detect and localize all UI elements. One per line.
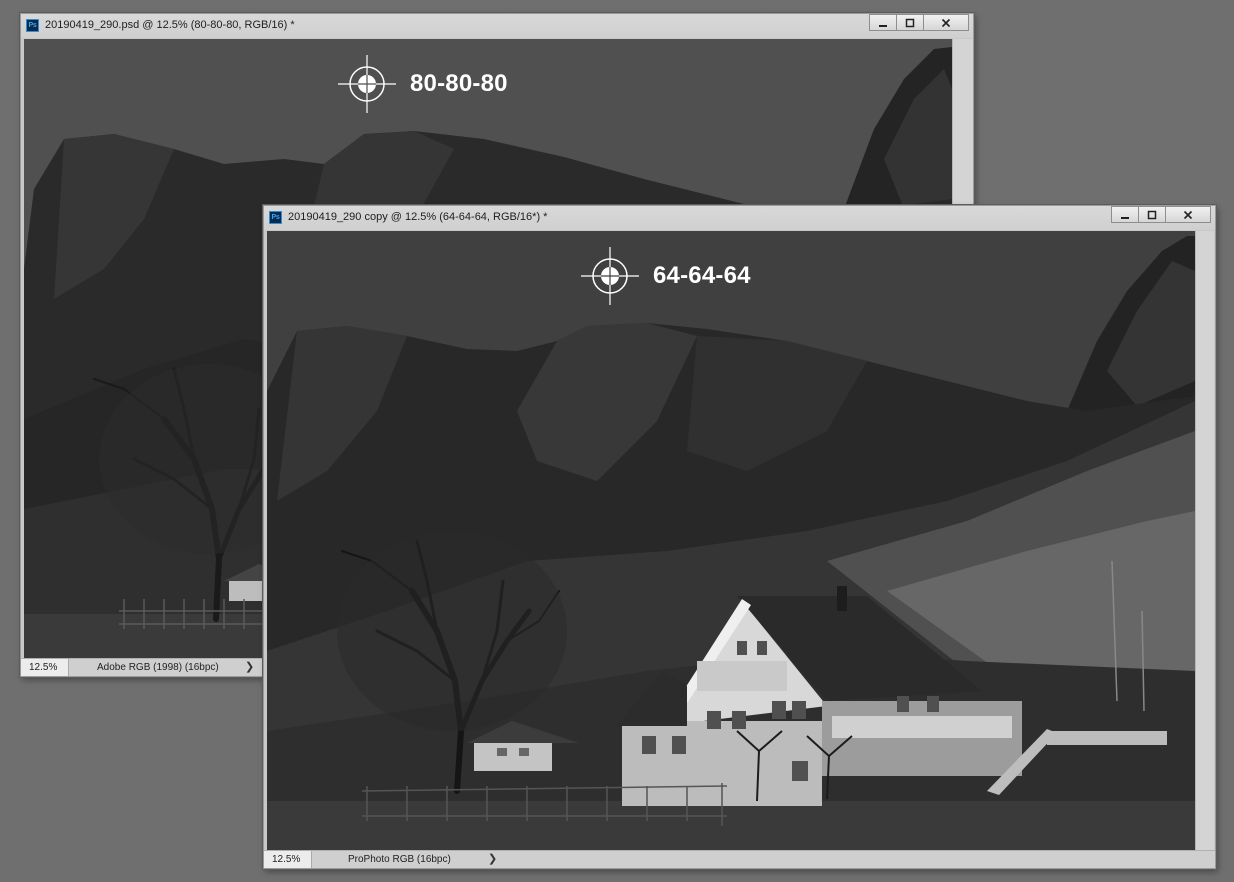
landscape-photo (267, 231, 1195, 850)
minimize-button[interactable] (869, 14, 897, 31)
zoom-level[interactable]: 12.5% (21, 659, 69, 676)
color-profile-label: Adobe RGB (1998) (16bpc) (97, 662, 219, 673)
maximize-button[interactable] (1138, 206, 1166, 223)
color-sampler-crosshair-icon (338, 55, 396, 113)
status-menu-arrow[interactable]: ❯ (245, 659, 254, 675)
minimize-icon (1121, 216, 1129, 219)
color-sampler-back[interactable]: 80-80-80 (336, 53, 508, 115)
window-title: 20190419_290.psd @ 12.5% (80-80-80, RGB/… (45, 19, 295, 31)
document-window-front[interactable]: Ps 20190419_290 copy @ 12.5% (64-64-64, … (263, 205, 1216, 869)
vertical-scrollbar[interactable] (1195, 231, 1214, 850)
color-profile-label: ProPhoto RGB (16bpc) (348, 854, 451, 865)
image-canvas[interactable]: 64-64-64 (267, 231, 1195, 850)
window-title: 20190419_290 copy @ 12.5% (64-64-64, RGB… (288, 211, 548, 223)
sampler-value-label: 64-64-64 (653, 262, 751, 289)
title-bar[interactable]: Ps 20190419_290 copy @ 12.5% (64-64-64, … (264, 206, 1215, 230)
status-menu-arrow[interactable]: ❯ (488, 851, 497, 867)
minimize-button[interactable] (1111, 206, 1139, 223)
maximize-icon (1147, 210, 1157, 219)
close-icon (1183, 210, 1193, 219)
status-bar: 12.5% ProPhoto RGB (16bpc) ❯ (264, 850, 1215, 868)
close-button[interactable] (923, 14, 969, 31)
color-sampler-front[interactable]: 64-64-64 (579, 245, 751, 307)
photoshop-icon: Ps (269, 211, 282, 224)
color-sampler-crosshair-icon (581, 247, 639, 305)
maximize-button[interactable] (896, 14, 924, 31)
close-icon (941, 18, 951, 27)
zoom-level[interactable]: 12.5% (264, 851, 312, 868)
title-bar[interactable]: Ps 20190419_290.psd @ 12.5% (80-80-80, R… (21, 14, 973, 38)
sampler-value-label: 80-80-80 (410, 70, 508, 97)
maximize-icon (905, 18, 915, 27)
close-button[interactable] (1165, 206, 1211, 223)
minimize-icon (879, 24, 887, 27)
photoshop-icon: Ps (26, 19, 39, 32)
